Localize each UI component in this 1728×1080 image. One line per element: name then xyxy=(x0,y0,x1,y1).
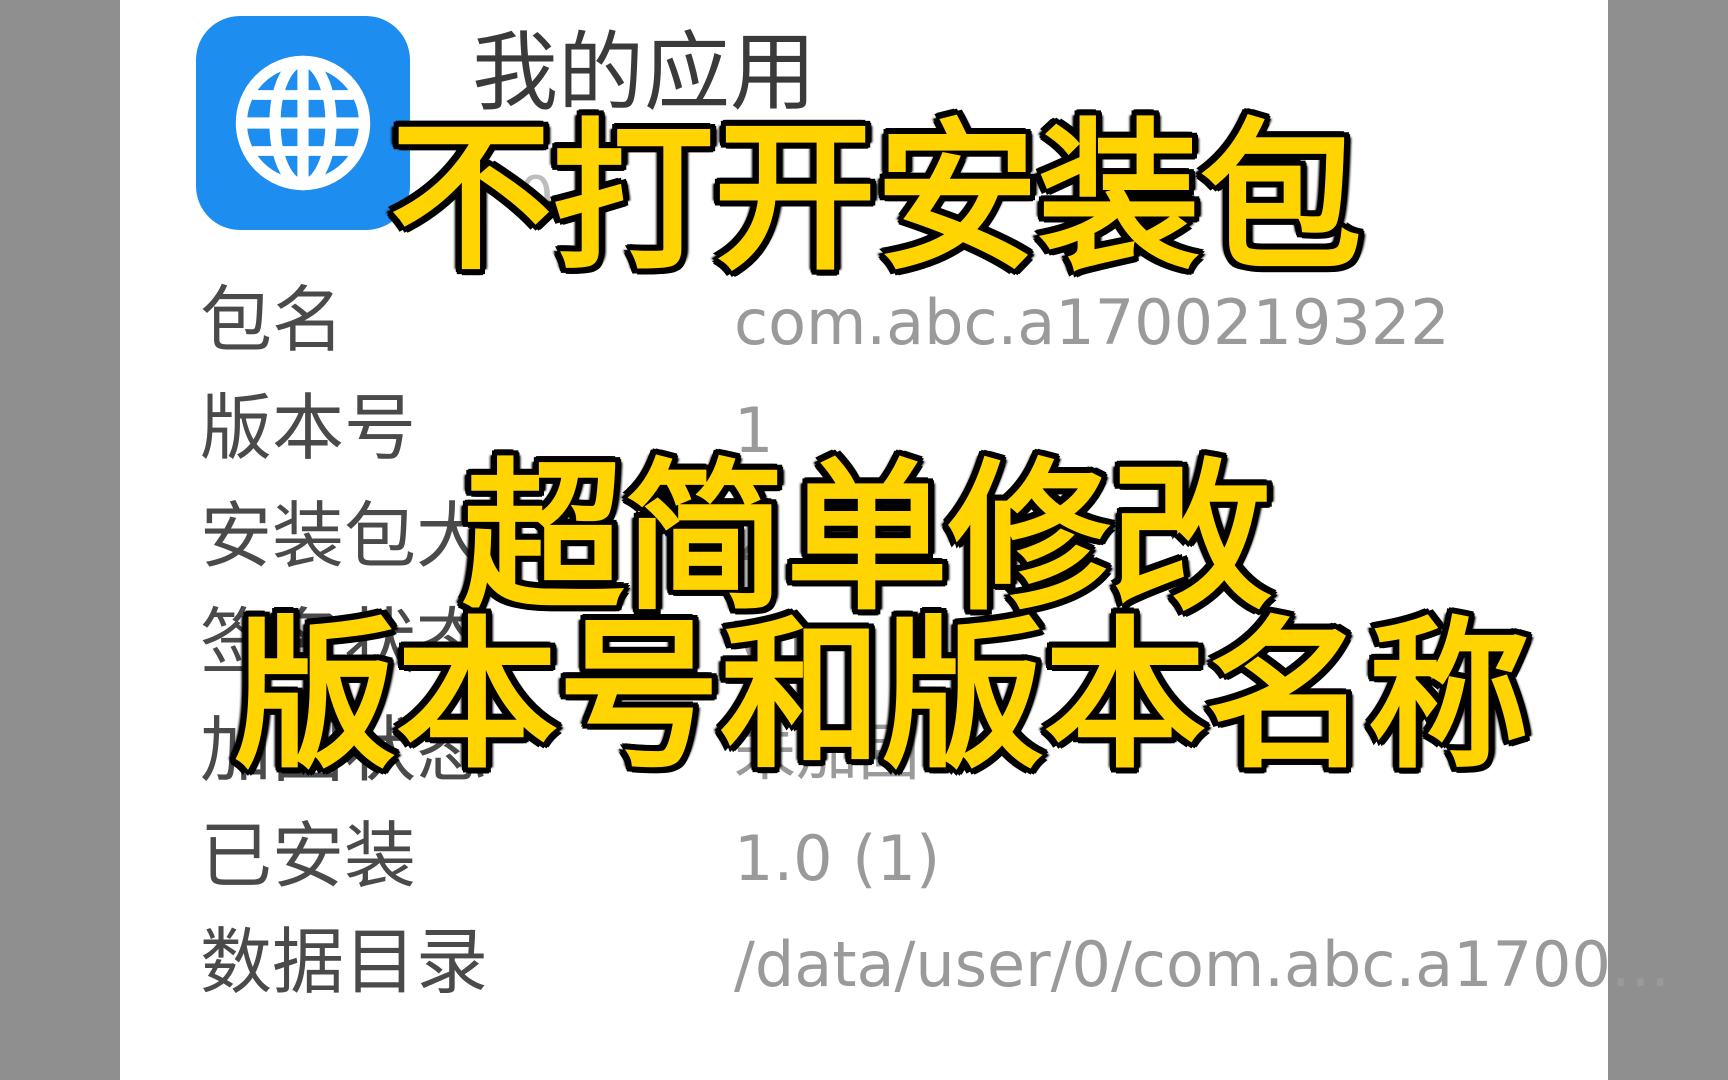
detail-row-data-dir[interactable]: 数据目录 /data/user/0/com.abc.a1700... xyxy=(200,920,1670,1026)
detail-label: 安装包大 xyxy=(200,494,489,578)
detail-value: com.abc.a1700219322 xyxy=(734,286,1450,359)
globe-icon xyxy=(235,55,371,191)
caption-line-1: 不打开安装包 xyxy=(390,105,1362,293)
detail-label: 版本号 xyxy=(200,386,417,470)
screen: 我的应用 0 包名 com.abc.a1700219322 版本号 1 安装包大… xyxy=(0,0,1728,1080)
detail-row-package[interactable]: 包名 com.abc.a1700219322 xyxy=(200,284,1580,384)
detail-value: /data/user/0/com.abc.a1700... xyxy=(734,928,1671,1001)
detail-label: 包名 xyxy=(200,278,345,362)
caption-line-3: 版本号和版本名称 xyxy=(234,603,1530,791)
app-icon[interactable] xyxy=(196,16,410,230)
caption-line-2: 超简单修改 xyxy=(462,445,1272,633)
detail-label: 已安装 xyxy=(200,814,417,898)
detail-value: 1.0 (1) xyxy=(734,822,941,895)
app-title: 我的应用 xyxy=(472,23,816,123)
detail-row-installed[interactable]: 已安装 1.0 (1) xyxy=(200,820,1580,920)
detail-label: 数据目录 xyxy=(200,920,489,1004)
